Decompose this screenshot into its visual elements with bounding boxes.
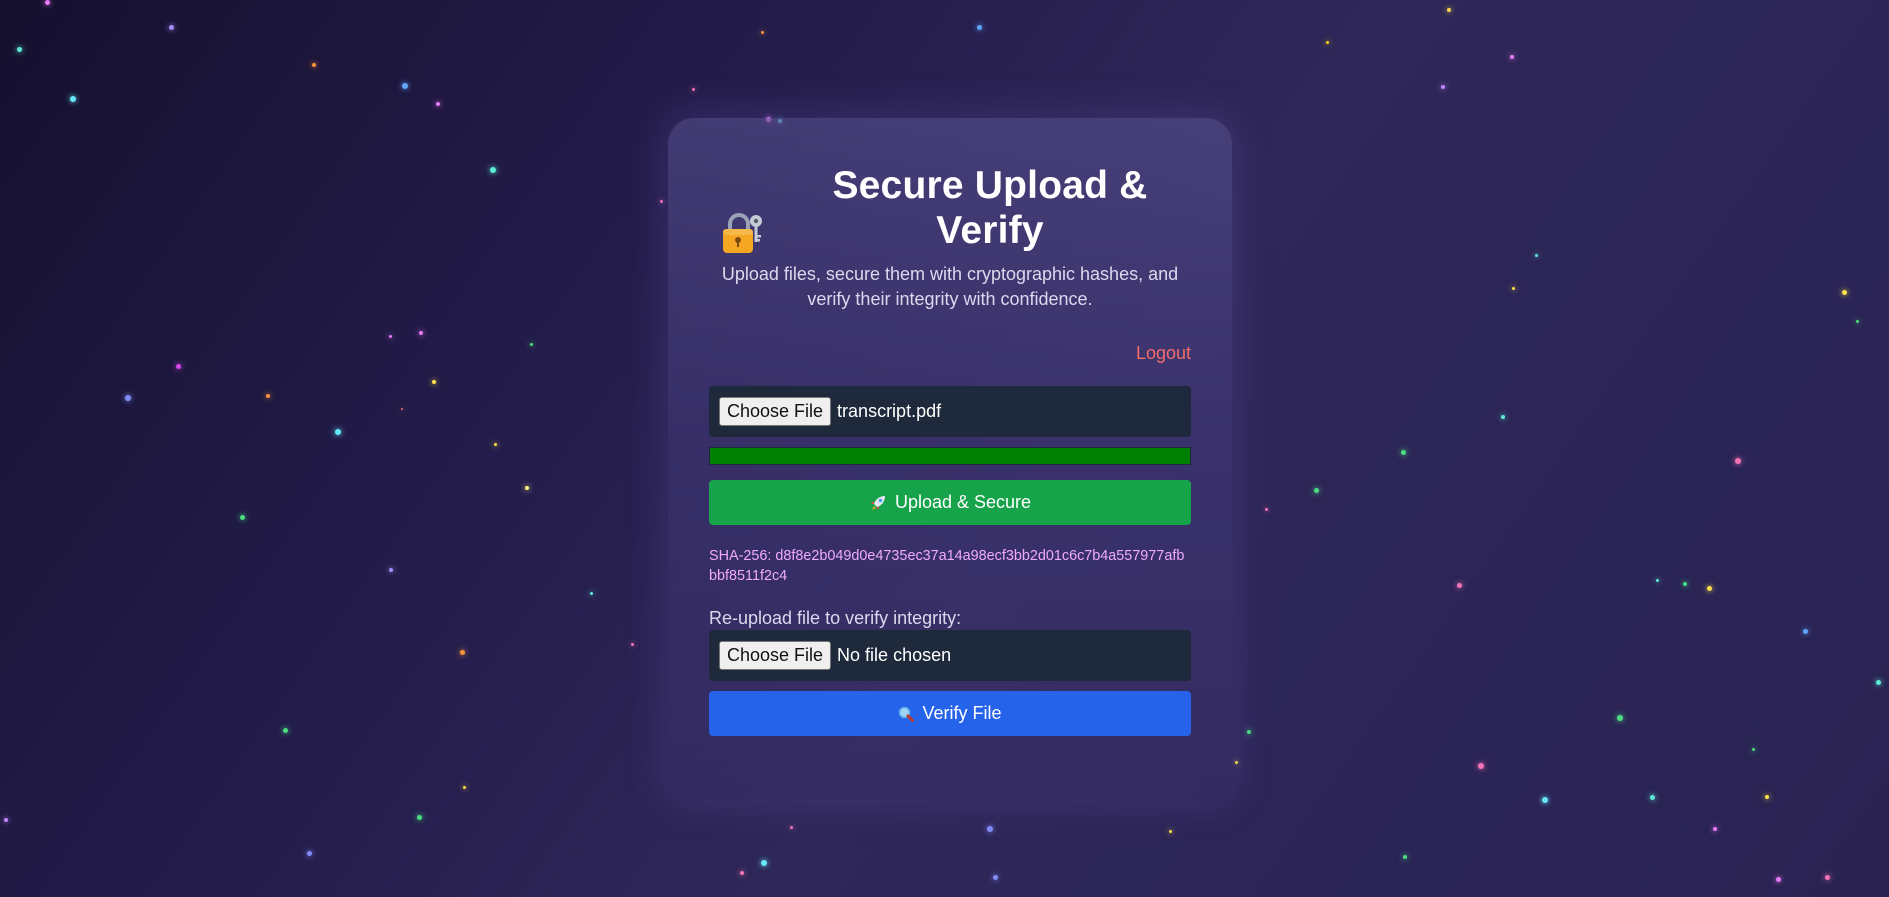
star-dot <box>1682 581 1687 586</box>
star-dot <box>1446 8 1451 13</box>
star-dot <box>1511 286 1515 290</box>
star-dot <box>1509 55 1514 60</box>
star-dot <box>493 443 497 447</box>
star-dot <box>761 31 765 35</box>
star-dot <box>334 428 341 435</box>
star-dot <box>1501 415 1506 420</box>
star-dot <box>1825 875 1831 881</box>
star-dot <box>307 851 313 857</box>
star-dot <box>462 786 466 790</box>
star-dot <box>1314 487 1320 493</box>
star-dot <box>590 592 594 596</box>
star-dot <box>1803 628 1809 634</box>
verify-file-input[interactable]: Choose File No file chosen <box>709 630 1191 681</box>
rocket-icon <box>869 494 887 512</box>
star-dot <box>1234 760 1238 764</box>
lock-with-key-icon <box>719 209 765 255</box>
star-dot <box>1842 290 1848 296</box>
upload-secure-button[interactable]: Upload & Secure <box>709 480 1191 525</box>
verify-file-name: No file chosen <box>837 645 952 665</box>
star-dot <box>1456 582 1462 588</box>
star-dot <box>460 650 466 656</box>
star-dot <box>419 331 424 336</box>
star-dot <box>125 394 132 401</box>
verify-choose-file-button[interactable]: Choose File <box>719 641 832 670</box>
star-dot <box>402 83 409 90</box>
star-dot <box>1440 85 1445 90</box>
star-dot <box>530 343 534 347</box>
star-dot <box>631 642 635 646</box>
star-dot <box>44 0 50 5</box>
star-dot <box>432 380 437 385</box>
star-dot <box>389 334 393 338</box>
star-dot <box>1246 729 1251 734</box>
star-dot <box>389 568 394 573</box>
star-dot <box>761 859 768 866</box>
star-dot <box>1264 508 1268 512</box>
star-dot <box>401 408 404 411</box>
star-dot <box>239 515 245 521</box>
star-dot <box>1403 854 1408 859</box>
verify-file-button[interactable]: Verify File <box>709 691 1191 736</box>
star-dot <box>1764 794 1769 799</box>
star-dot <box>1734 457 1741 464</box>
star-dot <box>1534 254 1538 258</box>
star-dot <box>266 393 271 398</box>
star-dot <box>1713 827 1718 832</box>
star-dot <box>1875 680 1881 686</box>
star-dot <box>283 728 289 734</box>
upload-file-input[interactable]: Choose File transcript.pdf <box>709 386 1191 437</box>
star-dot <box>790 825 794 829</box>
star-dot <box>69 96 76 103</box>
star-dot <box>1751 747 1755 751</box>
star-dot <box>416 815 422 821</box>
star-dot <box>1168 829 1172 833</box>
star-dot <box>691 87 695 91</box>
star-dot <box>660 199 664 203</box>
page-title: Secure Upload & Verify <box>832 164 1148 252</box>
star-dot <box>1650 794 1656 800</box>
star-dot <box>1707 586 1713 592</box>
star-dot <box>977 25 983 31</box>
magnifier-icon <box>898 706 915 722</box>
star-dot <box>525 486 530 491</box>
main-card: Secure Upload & Verify Upload files, sec… <box>668 118 1232 800</box>
star-dot <box>490 167 497 174</box>
star-dot <box>3 817 8 822</box>
star-dot <box>436 102 441 107</box>
star-dot <box>1478 763 1485 770</box>
star-dot <box>986 825 993 832</box>
star-dot <box>1656 579 1660 583</box>
card-header: Secure Upload & Verify <box>709 163 1191 273</box>
verify-label: Re-upload file to verify integrity: <box>709 608 962 628</box>
star-dot <box>1326 40 1330 44</box>
upload-progress-fill <box>710 448 1190 464</box>
page-subtitle: Upload files, secure them with cryptogra… <box>721 264 1179 309</box>
star-dot <box>992 875 998 881</box>
logout-link[interactable]: Logout <box>1136 343 1191 364</box>
upload-file-name: transcript.pdf <box>837 401 942 421</box>
upload-choose-file-button[interactable]: Choose File <box>719 397 832 426</box>
verify-file-label: Verify File <box>922 703 1002 723</box>
star-dot <box>175 363 181 369</box>
star-dot <box>16 46 22 52</box>
star-dot <box>1775 876 1781 882</box>
star-dot <box>739 870 744 875</box>
hash-output: SHA-256: d8f8e2b049d0e4735ec37a14a98ecf3… <box>709 548 1185 584</box>
star-dot <box>1616 715 1623 722</box>
upload-secure-label: Upload & Secure <box>894 492 1032 512</box>
star-dot <box>1856 320 1860 324</box>
star-dot <box>1542 797 1549 804</box>
upload-progress-bar <box>709 447 1191 465</box>
star-dot <box>312 62 317 67</box>
star-dot <box>1401 450 1407 456</box>
star-dot <box>168 25 174 31</box>
